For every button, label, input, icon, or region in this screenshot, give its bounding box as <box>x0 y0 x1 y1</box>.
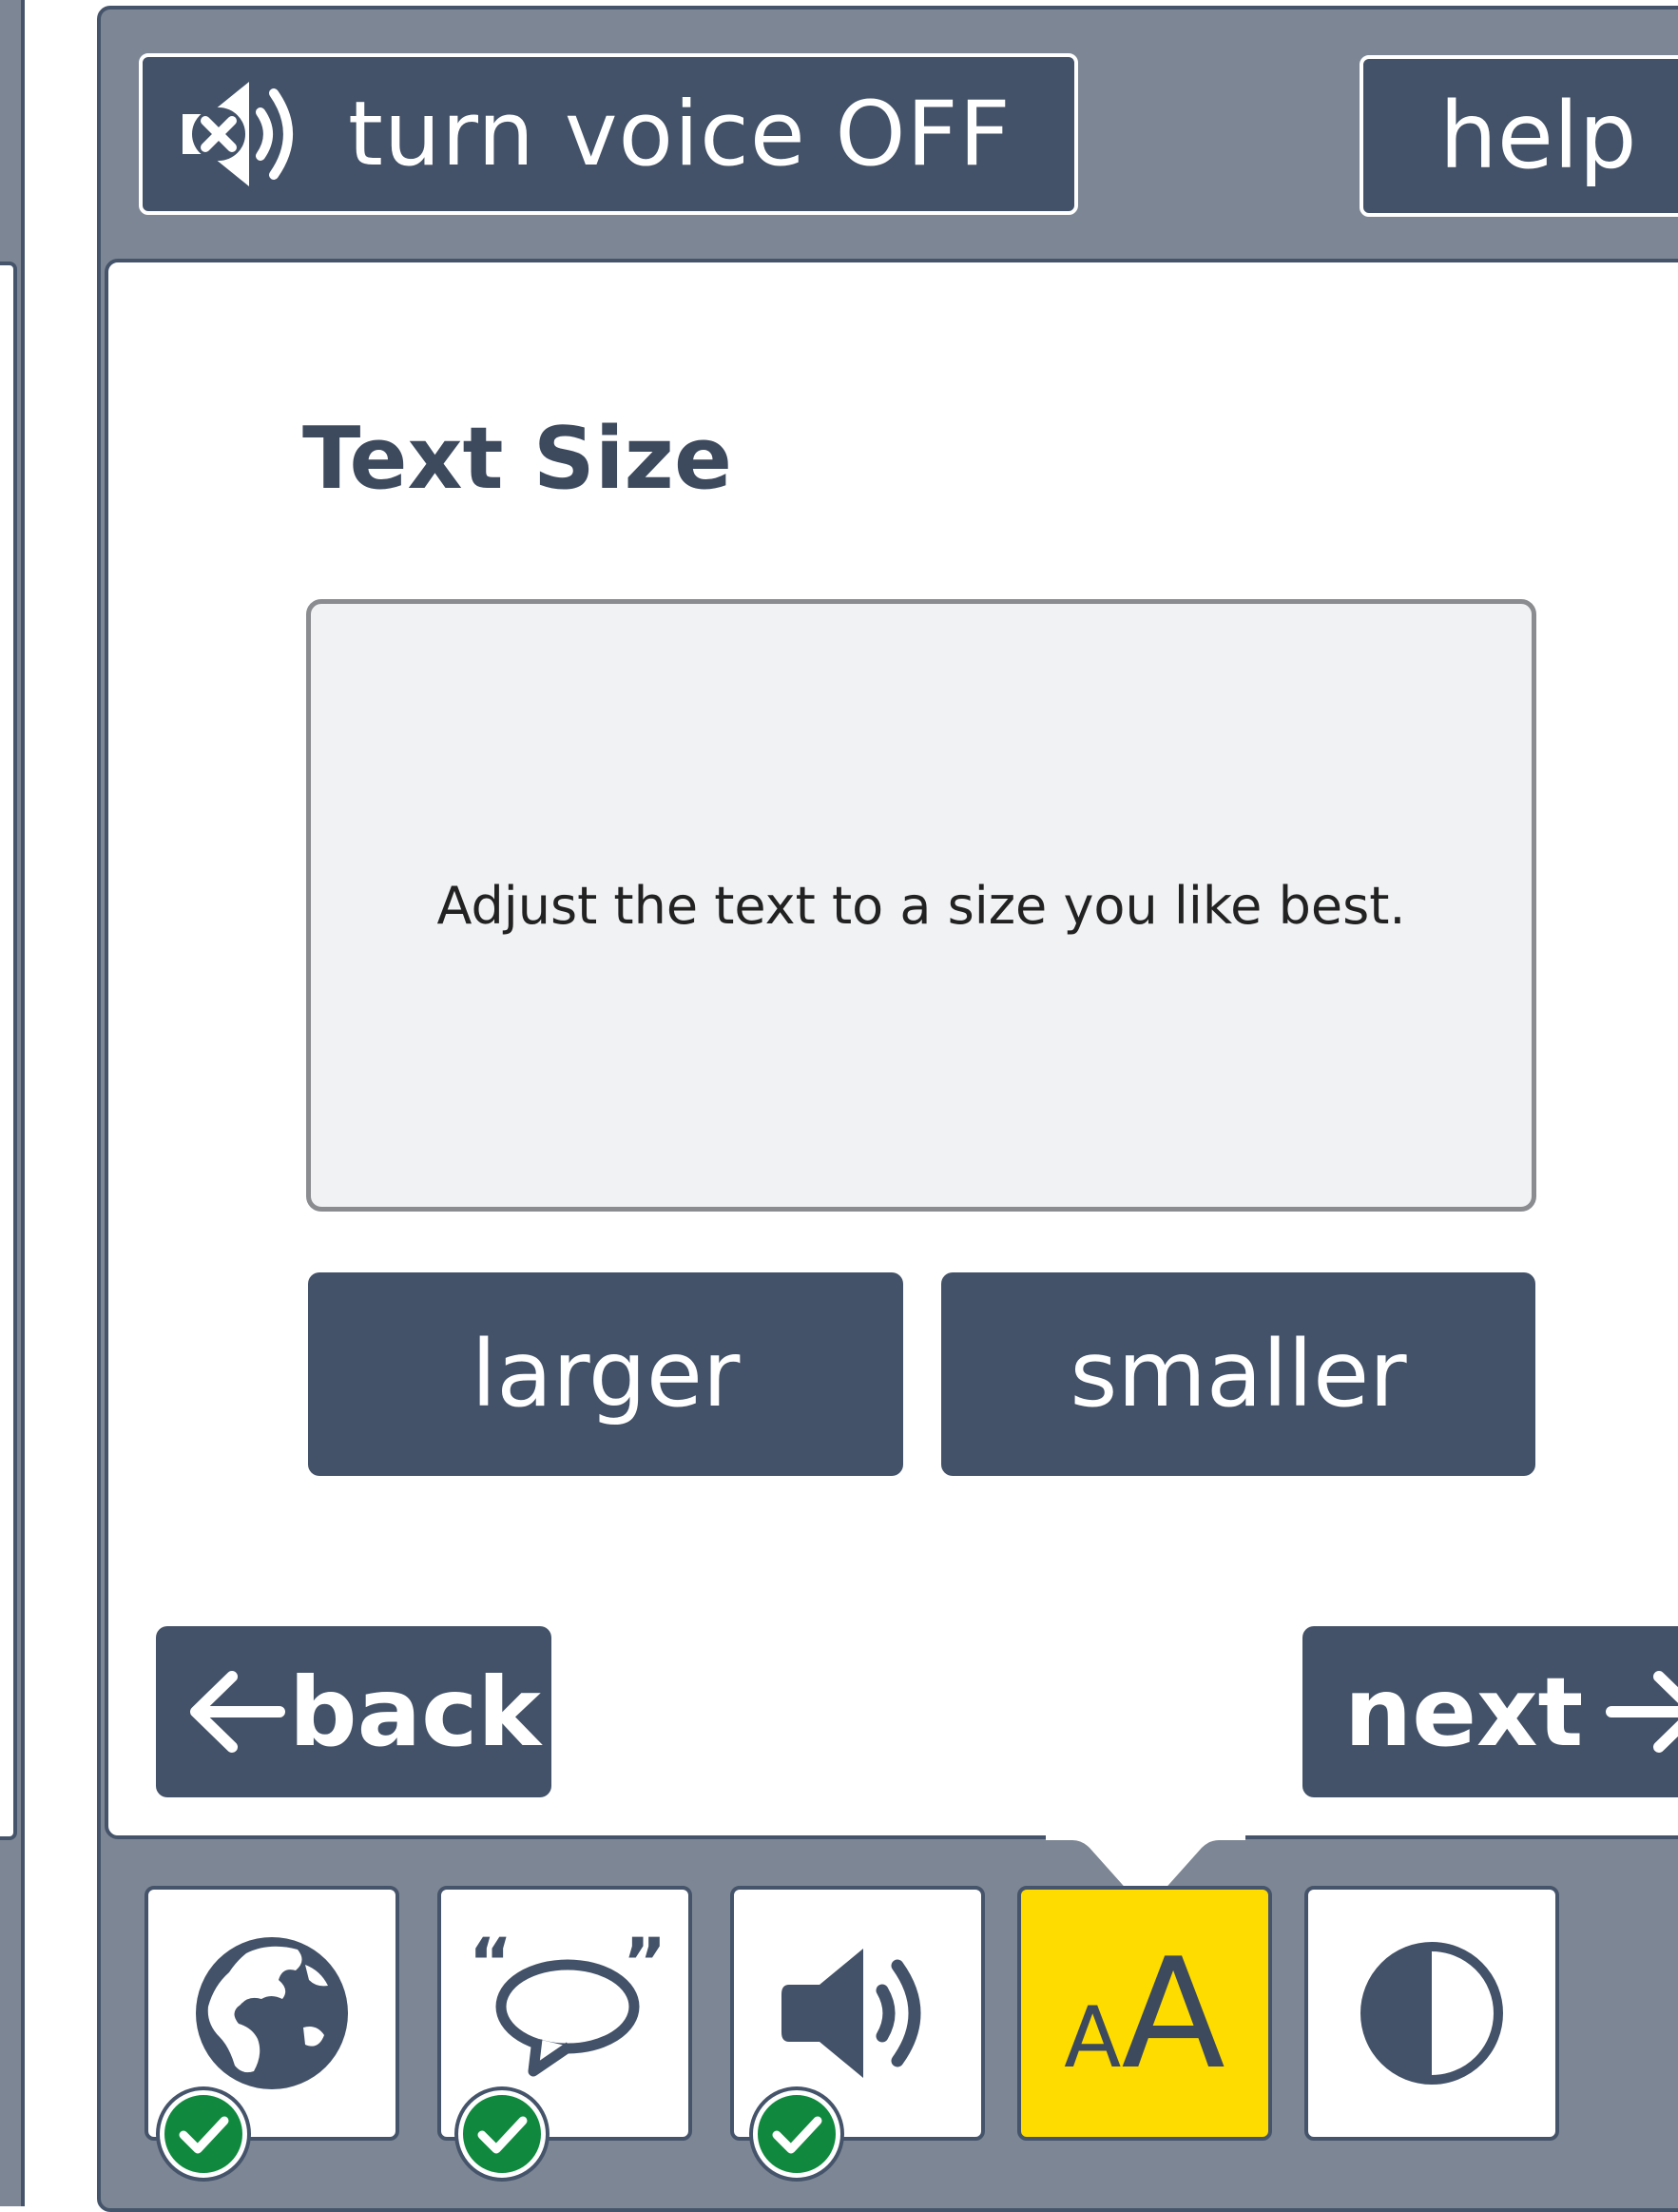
text-sample-box: Adjust the text to a size you like best. <box>306 599 1536 1212</box>
sample-text: Adjust the text to a size you like best. <box>436 875 1406 936</box>
next-button[interactable]: next <box>1302 1626 1678 1797</box>
left-panel-content <box>0 262 17 1840</box>
smaller-button[interactable]: smaller <box>941 1272 1535 1476</box>
larger-button-label: larger <box>471 1321 741 1427</box>
speaker-muted-icon <box>183 82 293 186</box>
check-icon <box>753 2090 840 2178</box>
tool-contrast[interactable] <box>1304 1886 1559 2141</box>
larger-button[interactable]: larger <box>308 1272 903 1476</box>
text-size-icon: A A <box>1064 1924 1225 2103</box>
speaker-icon <box>781 1949 921 2078</box>
check-icon <box>160 2090 247 2178</box>
contrast-icon <box>1360 1942 1503 2085</box>
turn-voice-off-button[interactable]: turn voice OFF <box>139 53 1078 215</box>
back-button[interactable]: back <box>156 1626 551 1797</box>
tool-text-size[interactable]: A A <box>1017 1886 1272 2141</box>
arrow-right-icon <box>1606 1671 1678 1753</box>
help-button-label: help <box>1439 83 1637 189</box>
help-button[interactable]: help <box>1360 55 1678 217</box>
arrow-left-icon <box>190 1671 285 1753</box>
globe-icon <box>196 1937 348 2089</box>
voice-button-label: turn voice OFF <box>348 82 1012 186</box>
check-icon <box>458 2090 546 2178</box>
page-title: Text Size <box>302 409 732 509</box>
smaller-button-label: smaller <box>1070 1321 1407 1427</box>
speech-bubble-icon: “ ” <box>469 1932 666 2077</box>
next-button-label: next <box>1344 1656 1584 1768</box>
back-button-label: back <box>289 1656 541 1768</box>
